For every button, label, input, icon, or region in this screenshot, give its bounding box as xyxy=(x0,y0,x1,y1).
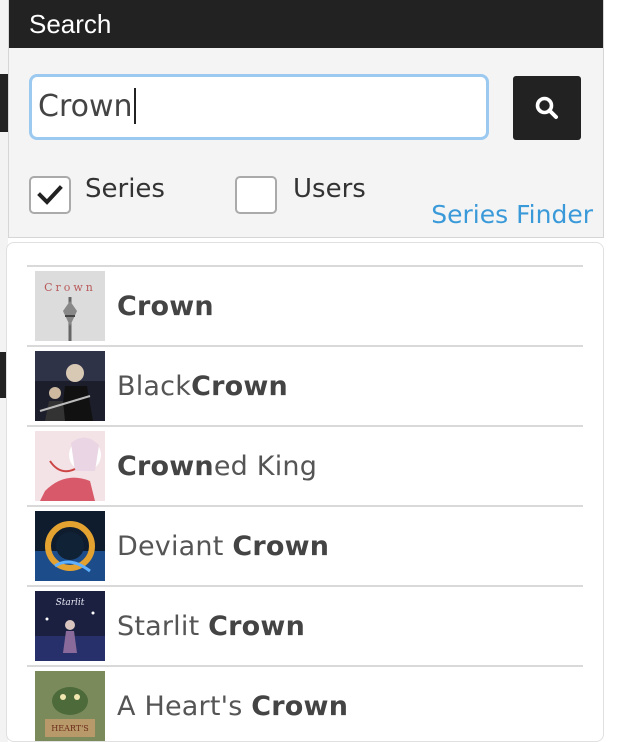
result-item-crown[interactable]: Crown Crown xyxy=(27,267,583,347)
result-item-crowned-king[interactable]: Crowned King xyxy=(27,427,583,507)
series-checkbox-label: Series xyxy=(85,174,165,204)
result-title: BlackCrown xyxy=(117,370,288,402)
search-panel: Search Crown Series Users Series Finder xyxy=(8,0,604,238)
result-title: Crowned King xyxy=(117,450,318,482)
result-item-a-hearts-crown[interactable]: HEART'S A Heart's Crown xyxy=(27,667,583,741)
cover-thumbnail xyxy=(35,351,105,421)
result-title: Deviant Crown xyxy=(117,530,330,562)
svg-text:Starlit: Starlit xyxy=(56,598,85,608)
series-finder-link[interactable]: Series Finder xyxy=(431,200,593,229)
result-title: Crown xyxy=(117,290,214,322)
cover-thumbnail: Crown xyxy=(35,271,105,341)
search-icon xyxy=(535,96,558,119)
users-checkbox[interactable] xyxy=(235,176,277,214)
users-checkbox-label: Users xyxy=(293,174,366,204)
search-query-text: Crown xyxy=(38,89,133,124)
page: Search Crown Series Users Series Finder xyxy=(0,0,632,742)
result-title: Starlit Crown xyxy=(117,610,306,642)
checkmark-icon xyxy=(37,185,63,205)
svg-text:Crown: Crown xyxy=(44,281,96,294)
results-list: Crown Crown BlackCrown Crowned King Devi… xyxy=(27,265,583,741)
background-element xyxy=(0,74,8,132)
cover-thumbnail xyxy=(35,511,105,581)
result-item-blackcrown[interactable]: BlackCrown xyxy=(27,347,583,427)
search-button[interactable] xyxy=(513,76,581,140)
search-results-dropdown: Crown Crown BlackCrown Crowned King Devi… xyxy=(6,242,604,742)
search-header: Search xyxy=(9,0,603,48)
text-caret xyxy=(133,87,136,124)
result-item-deviant-crown[interactable]: Deviant Crown xyxy=(27,507,583,587)
svg-text:HEART'S: HEART'S xyxy=(51,724,89,733)
cover-thumbnail xyxy=(35,431,105,501)
result-item-starlit-crown[interactable]: Starlit Starlit Crown xyxy=(27,587,583,667)
result-title: A Heart's Crown xyxy=(117,690,349,722)
cover-thumbnail: HEART'S xyxy=(35,671,105,741)
series-checkbox[interactable] xyxy=(29,176,71,214)
cover-thumbnail: Starlit xyxy=(35,591,105,661)
search-input[interactable]: Crown xyxy=(29,74,489,140)
